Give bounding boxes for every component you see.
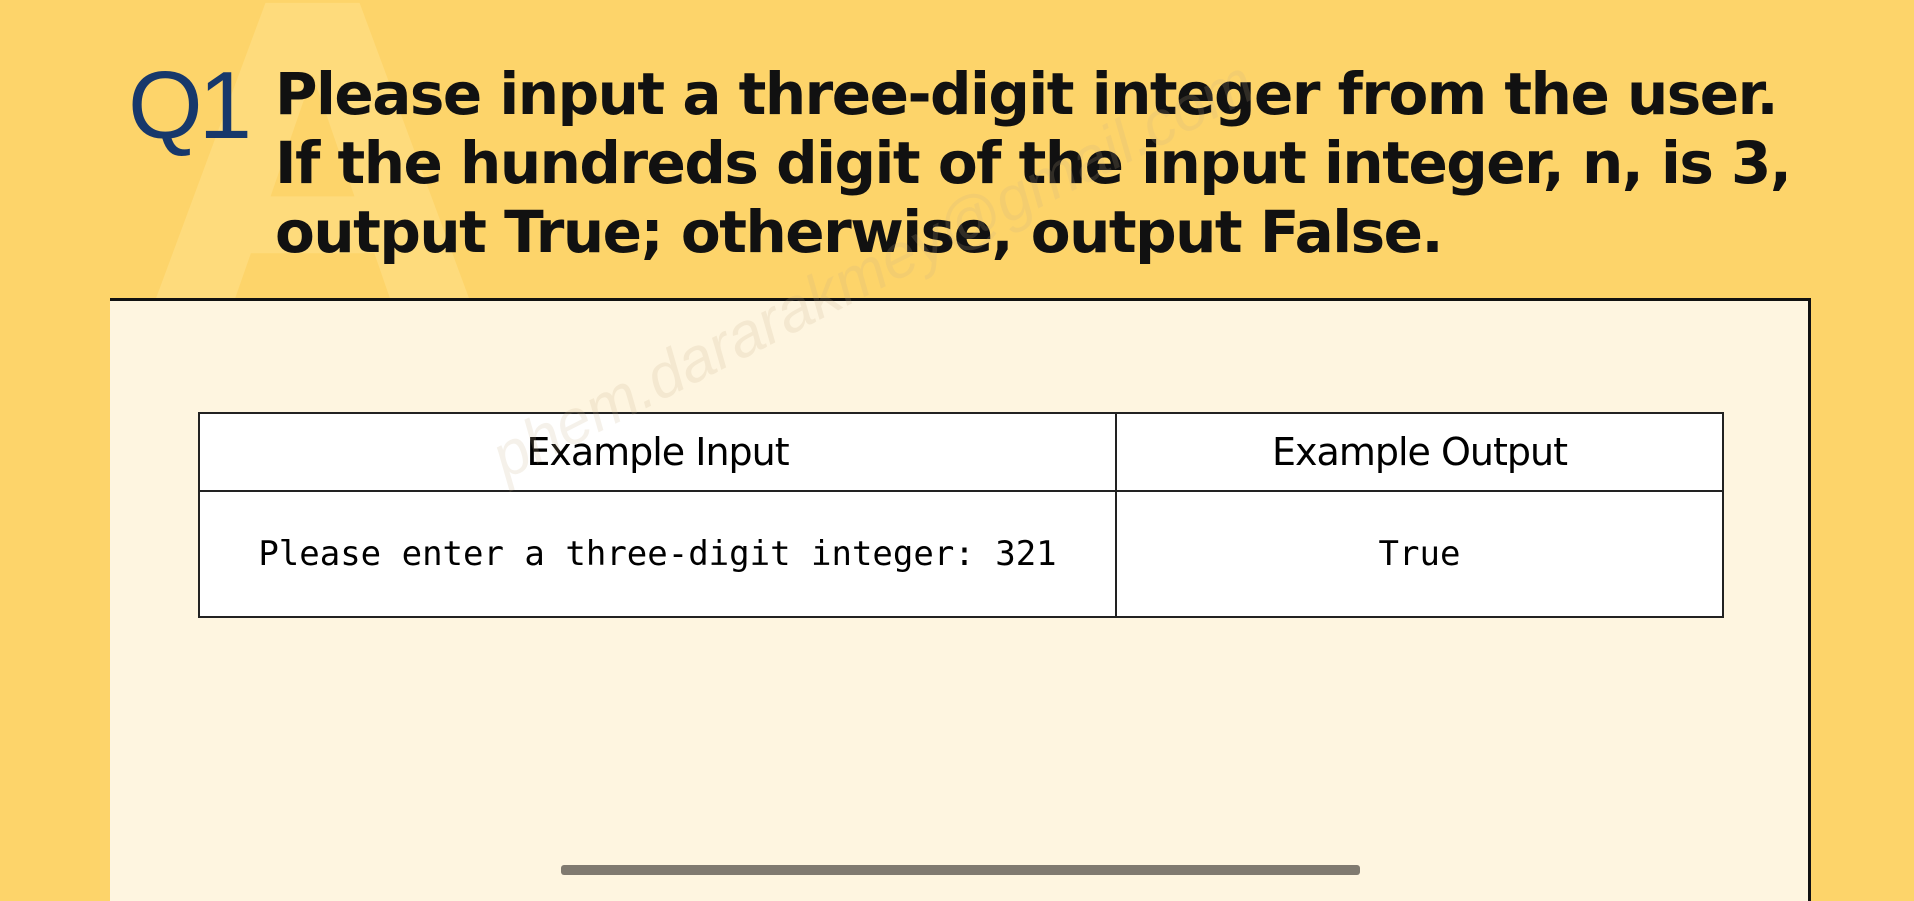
header-example-output: Example Output — [1115, 412, 1724, 492]
content-panel: Example Input Example Output Please ente… — [110, 298, 1811, 901]
example-table: Example Input Example Output Please ente… — [198, 412, 1724, 618]
header-example-input: Example Input — [198, 412, 1117, 492]
video-caption-bar — [561, 865, 1360, 875]
question-number: Q1 — [128, 52, 252, 159]
example-output-cell: True — [1115, 490, 1724, 618]
table-header-row: Example Input Example Output — [198, 412, 1724, 492]
table-row: Please enter a three-digit integer: 321 … — [198, 490, 1724, 618]
example-input-cell: Please enter a three-digit integer: 321 — [198, 490, 1117, 618]
question-line: Please input a three-digit integer from … — [275, 60, 1779, 128]
